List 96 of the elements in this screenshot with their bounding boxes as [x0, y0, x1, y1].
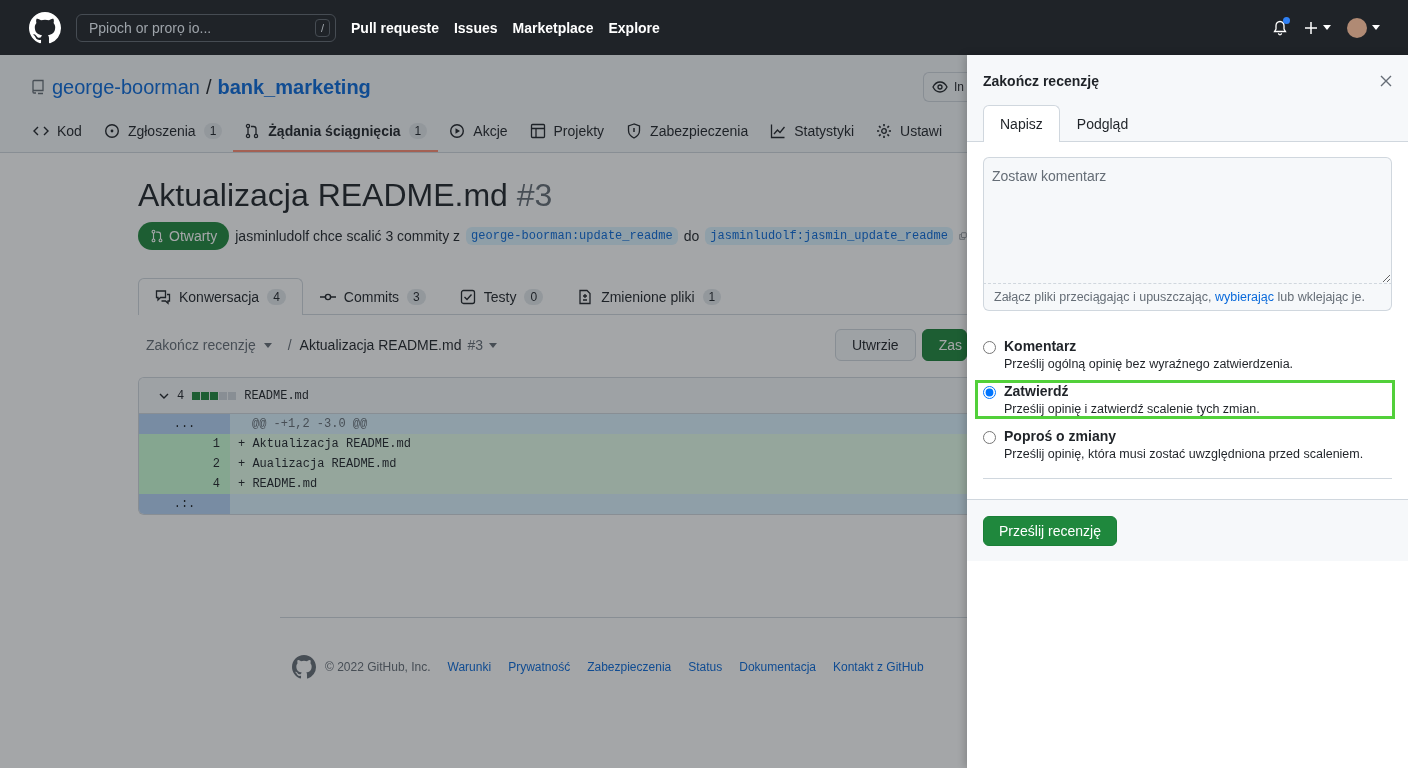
speech-bubbles-icon	[155, 289, 171, 305]
watch-button[interactable]: In	[923, 72, 967, 102]
pr-tab[interactable]: Konwersacja 4	[138, 278, 303, 315]
option-description: Prześlij opinię i zatwierdź scalenie tych zmian.	[1004, 402, 1260, 416]
footer-link[interactable]: Prywatność	[508, 660, 571, 674]
radio-button[interactable]	[983, 431, 996, 444]
choose-files-link[interactable]: wybierając	[1214, 290, 1274, 304]
pr-menu[interactable]: Aktualizacja README.md #3	[299, 337, 497, 353]
pr-summary: jasminludolf chce scalić 3 commity z	[235, 228, 461, 244]
option-description: Prześlij ogólną opinię bez wyraźnego zatwierdzenia.	[1004, 357, 1294, 371]
panel-title: Zakończ recenzję	[983, 73, 1099, 89]
repo-tab[interactable]: Żądania ściągnięcia 1	[233, 113, 439, 152]
path-separator: /	[205, 75, 212, 99]
line-number[interactable]: .:.	[139, 494, 230, 514]
repo-tab[interactable]: Zabezpieczenia	[615, 113, 760, 152]
caret-icon	[489, 342, 497, 348]
counter: 1	[702, 289, 722, 305]
breadcrumb-separator: /	[287, 337, 292, 353]
nav-link[interactable]: Explore	[608, 19, 660, 36]
nav-link[interactable]: Pull requeste	[351, 19, 439, 36]
counter: 1	[408, 123, 428, 139]
status-badge: Otwarty	[138, 222, 230, 250]
checkbox-tick-icon	[459, 289, 476, 305]
counter: 3	[407, 289, 426, 305]
footer-link[interactable]: Status	[688, 660, 723, 674]
counter: 4	[267, 289, 286, 305]
comment-field[interactable]: Zostaw komentarz	[983, 157, 1392, 284]
toolbar-button[interactable]: Zas	[921, 329, 967, 361]
repo-tab[interactable]: Ustawi	[865, 113, 954, 152]
line-number: 1	[139, 434, 230, 454]
table-icon	[529, 123, 546, 139]
repo-tab[interactable]: Statystyki	[759, 113, 866, 152]
option-label: Poproś o zmiany	[1004, 428, 1118, 444]
repository-icon	[30, 79, 46, 95]
shield-icon	[626, 123, 643, 139]
caret-icon	[1372, 25, 1380, 30]
attach-hint: Załącz pliki przeciągając i upuszczając, wybierając lub wklejając je.	[983, 284, 1392, 311]
pull-request-icon	[244, 123, 261, 139]
github-logo-icon[interactable]	[29, 11, 61, 44]
toolbar-button[interactable]: Utwrzie	[835, 329, 916, 361]
line-graph-icon	[770, 123, 787, 139]
notifications-button[interactable]	[1272, 19, 1288, 36]
option-label: Zatwierdź	[1004, 383, 1070, 399]
option-description: Prześlij opinię, która musi zostać uwzględniona przed scaleniem.	[1004, 447, 1364, 461]
file-name: README.md	[244, 388, 309, 403]
nav-link[interactable]: Marketplace	[512, 19, 594, 36]
repo-tab[interactable]: Akcje	[438, 113, 519, 152]
footer-link[interactable]: Zabezpieczenia	[587, 660, 672, 674]
repo-tab[interactable]: Zgłoszenia 1	[92, 113, 234, 152]
circle-dot-icon	[103, 123, 120, 139]
line-number[interactable]: ...	[139, 414, 230, 434]
play-icon	[449, 123, 466, 139]
avatar	[1347, 17, 1367, 38]
footer-link[interactable]: Dokumentacja	[739, 660, 816, 674]
pr-tab[interactable]: Commits 3	[302, 278, 443, 315]
review-menu[interactable]: Zakończ recenzję	[138, 337, 280, 353]
submit-review-button[interactable]: Prześlij recenzję	[983, 516, 1117, 546]
caret-icon	[1323, 25, 1331, 30]
bell-icon	[1272, 19, 1288, 36]
line-number: 4	[139, 474, 230, 494]
caret-icon	[263, 342, 272, 348]
shortcut-key: /	[314, 18, 330, 37]
diffstat-drawing	[192, 391, 237, 400]
modal-backdrop[interactable]	[0, 55, 967, 768]
branch-label[interactable]: jasminludolf:jasmin_update_readme	[705, 227, 953, 245]
counter: 0	[524, 289, 544, 305]
editor-tab[interactable]: Podgląd	[1059, 105, 1146, 142]
footer-link[interactable]: Warunki	[447, 660, 492, 674]
radio-button[interactable]	[983, 341, 996, 354]
option-label: Komentarz	[1004, 338, 1078, 354]
close-icon[interactable]	[1380, 75, 1392, 87]
repo-name-link[interactable]: bank_marketing	[217, 75, 371, 99]
radio-button[interactable]	[983, 386, 996, 399]
create-menu[interactable]	[1304, 20, 1331, 35]
settings-icon	[876, 123, 893, 139]
line-number: 2	[139, 454, 230, 474]
pr-title: Aktualizacja README.md #3	[138, 177, 554, 214]
file-icon	[577, 289, 594, 305]
pr-tab[interactable]: Zmienione pliki 1	[560, 278, 739, 315]
copyright: © 2022 GitHub, Inc.	[325, 660, 431, 674]
profile-menu[interactable]	[1347, 17, 1380, 38]
eye-icon	[932, 79, 948, 95]
chevron-down-icon[interactable]	[159, 392, 169, 399]
pull-request-icon	[150, 229, 164, 243]
editor-tab[interactable]: Napisz	[983, 105, 1060, 142]
repo-owner-link[interactable]: george-boorman	[52, 75, 200, 99]
plus-icon	[1304, 20, 1318, 35]
footer-link[interactable]: Kontakt z GitHub	[833, 660, 924, 674]
repo-tab[interactable]: Projekty	[518, 113, 616, 152]
branch-joiner: do	[683, 228, 700, 244]
counter: 1	[203, 123, 223, 139]
repo-tab[interactable]: Kod	[22, 113, 93, 152]
nav-link[interactable]: Issues	[453, 19, 498, 36]
branch-label[interactable]: george-boorman:update_readme	[466, 227, 678, 245]
change-count: 4	[177, 388, 185, 403]
pr-tab[interactable]: Testy 0	[442, 278, 561, 315]
